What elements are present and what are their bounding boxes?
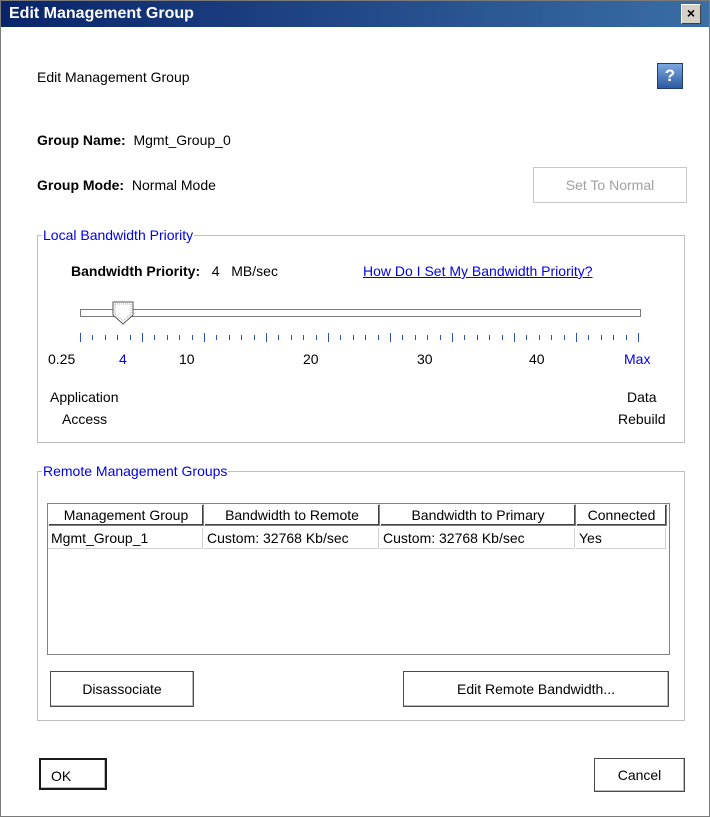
slider-tick <box>551 335 552 340</box>
column-header-bandwidth-to-remote[interactable]: Bandwidth to Remote <box>204 504 380 526</box>
column-header-connected[interactable]: Connected <box>576 504 667 526</box>
slider-tick <box>278 335 279 340</box>
slider-tick <box>539 335 540 340</box>
tick-label-current: 4 <box>119 351 127 367</box>
tick-label-40: 40 <box>529 351 545 367</box>
ok-button[interactable]: OK <box>39 758 107 790</box>
slider-tick <box>105 335 106 340</box>
cell-connected: Yes <box>576 528 666 549</box>
group-name-row: Group Name: Mgmt_Group_0 <box>37 132 231 148</box>
slider-tick <box>117 335 118 340</box>
slider-tick <box>266 333 267 342</box>
application-access-caption-line2: Access <box>62 411 108 427</box>
cancel-button[interactable]: Cancel <box>594 758 685 792</box>
edit-management-group-dialog: Edit Management Group × Edit Management … <box>0 0 710 817</box>
tick-label-max: Max <box>624 351 651 367</box>
slider-tick <box>464 335 465 340</box>
cell-management-group: Mgmt_Group_1 <box>48 528 203 549</box>
slider-tick <box>576 333 577 342</box>
slider-tick <box>601 335 602 340</box>
slider-tick <box>402 335 403 340</box>
slider-tick <box>216 335 217 340</box>
slider-tick <box>365 335 366 340</box>
disassociate-button[interactable]: Disassociate <box>50 671 194 707</box>
cell-bandwidth-to-remote: Custom: 32768 Kb/sec <box>204 528 379 549</box>
slider-tick <box>291 335 292 340</box>
window-title: Edit Management Group <box>9 5 194 22</box>
slider-tick <box>340 335 341 340</box>
slider-tick <box>254 335 255 340</box>
slider-tick <box>526 335 527 340</box>
bandwidth-priority-unit: MB/sec <box>231 263 278 279</box>
slider-tick <box>502 335 503 340</box>
slider-tick <box>378 335 379 340</box>
column-header-management-group[interactable]: Management Group <box>48 504 204 526</box>
bandwidth-priority-row: Bandwidth Priority: 4 MB/sec <box>71 263 278 279</box>
tick-label-10: 10 <box>179 351 195 367</box>
slider-tick <box>489 335 490 340</box>
slider-tick <box>130 335 131 340</box>
slider-tick <box>192 335 193 340</box>
bandwidth-priority-label: Bandwidth Priority: <box>71 263 201 279</box>
slider-tick <box>390 333 391 342</box>
slider-tick <box>353 335 354 340</box>
group-mode-row: Group Mode: Normal Mode <box>37 177 216 193</box>
bandwidth-slider-track[interactable] <box>80 309 641 317</box>
remote-groups-table[interactable]: Management Group Bandwidth to Remote Ban… <box>47 503 670 655</box>
slider-tick <box>477 335 478 340</box>
group-mode-value: Normal Mode <box>131 177 216 193</box>
local-bandwidth-legend: Local Bandwidth Priority <box>43 227 194 243</box>
slider-tick <box>142 333 143 342</box>
slider-tick <box>316 335 317 340</box>
slider-tick <box>564 335 565 340</box>
slider-tick <box>440 335 441 340</box>
data-rebuild-caption-line1: Data <box>627 389 657 405</box>
slider-tick <box>167 335 168 340</box>
slider-tick <box>80 333 81 342</box>
slider-tick <box>92 335 93 340</box>
slider-tick <box>588 335 589 340</box>
slider-tick <box>613 335 614 340</box>
edit-remote-bandwidth-button[interactable]: Edit Remote Bandwidth... <box>403 671 669 707</box>
group-name-value: Mgmt_Group_0 <box>133 132 231 148</box>
slider-tick <box>514 333 515 342</box>
bandwidth-priority-value: 4 <box>211 263 220 279</box>
title-bar[interactable]: Edit Management Group × <box>1 1 709 27</box>
bandwidth-slider-thumb[interactable] <box>112 301 134 325</box>
data-rebuild-caption-line2: Rebuild <box>618 411 666 427</box>
table-header: Management Group Bandwidth to Remote Ban… <box>48 504 667 526</box>
slider-tick <box>303 335 304 340</box>
slider-tick <box>328 333 329 342</box>
group-mode-label: Group Mode: <box>37 177 125 193</box>
group-name-label: Group Name: <box>37 132 126 148</box>
column-header-bandwidth-to-primary[interactable]: Bandwidth to Primary <box>380 504 576 526</box>
remote-groups-legend: Remote Management Groups <box>43 463 228 479</box>
tick-label-min: 0.25 <box>48 351 76 367</box>
application-access-caption-line1: Application <box>50 389 119 405</box>
bandwidth-help-link[interactable]: How Do I Set My Bandwidth Priority? <box>363 263 593 279</box>
slider-tick <box>626 335 627 340</box>
tick-label-20: 20 <box>303 351 319 367</box>
close-icon[interactable]: × <box>681 4 701 24</box>
slider-tick <box>452 333 453 342</box>
set-to-normal-button[interactable]: Set To Normal <box>533 167 687 203</box>
slider-tick <box>179 335 180 340</box>
slider-tick <box>204 333 205 342</box>
slider-tick <box>241 335 242 340</box>
slider-tick <box>638 333 639 342</box>
tick-label-30: 30 <box>417 351 433 367</box>
slider-tick <box>427 335 428 340</box>
cell-bandwidth-to-primary: Custom: 32768 Kb/sec <box>380 528 575 549</box>
slider-tick <box>415 335 416 340</box>
help-icon[interactable]: ? <box>657 63 683 89</box>
slider-tick <box>229 335 230 340</box>
slider-tick <box>154 335 155 340</box>
dialog-subtitle: Edit Management Group <box>37 69 190 85</box>
